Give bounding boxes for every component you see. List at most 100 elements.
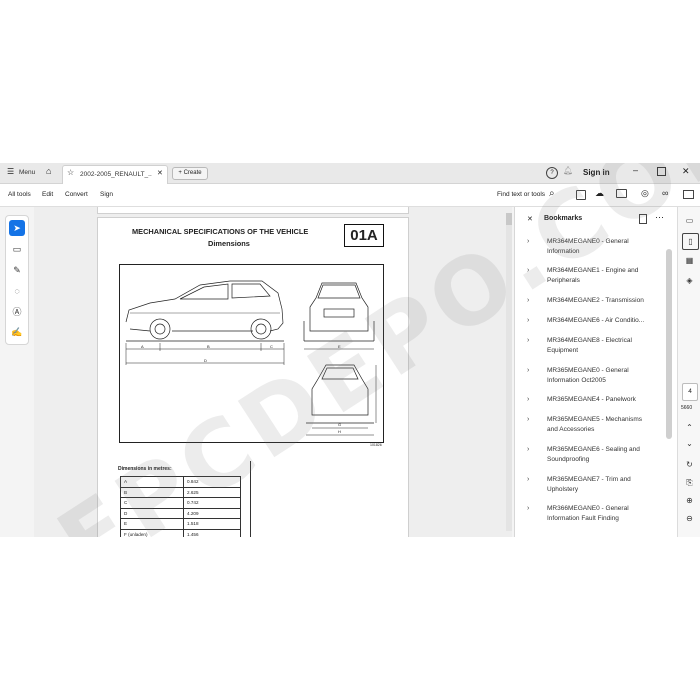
page-down-icon[interactable]: ⌄: [682, 436, 697, 451]
edit-menu[interactable]: Edit: [42, 191, 53, 198]
email-icon[interactable]: [683, 190, 694, 199]
zoom-out-icon[interactable]: ⊖: [682, 511, 697, 526]
draw-freehand-icon[interactable]: ◌: [9, 283, 25, 299]
bookmark-label-line2: Information Oct2005: [547, 377, 606, 384]
extract-pages-icon[interactable]: ⎘: [682, 475, 697, 490]
table-row: C 0.742: [120, 497, 241, 509]
chevron-right-icon[interactable]: ›: [527, 367, 529, 374]
row-value: 1.518: [183, 518, 241, 530]
bookmark-label-line2: Information: [547, 248, 580, 255]
drawing-reference: 101826: [370, 443, 382, 447]
bookmark-label: MR364MEGANE8 - Electrical Equipment: [547, 336, 657, 356]
add-text-icon[interactable]: Ⓐ: [9, 304, 25, 320]
highlight-pen-icon[interactable]: ✎: [9, 262, 25, 278]
side-view: [125, 280, 284, 342]
bookmarks-title: Bookmarks: [544, 215, 583, 222]
dim-label-h: H: [338, 429, 341, 434]
close-window-icon[interactable]: ✕: [682, 166, 690, 177]
bookmark-label-line2: Information Fault Finding: [547, 515, 619, 522]
search-icon[interactable]: ⌕: [549, 188, 555, 199]
scrollbar-thumb[interactable]: [506, 213, 512, 225]
home-icon[interactable]: ⌂: [46, 166, 51, 176]
add-comment-icon[interactable]: ▭: [9, 241, 25, 257]
document-scrollbar[interactable]: [506, 213, 512, 531]
rotate-icon[interactable]: ↻: [682, 457, 697, 472]
pdf-page: MECHANICAL SPECIFICATIONS OF THE VEHICLE…: [97, 217, 409, 537]
close-tab-icon[interactable]: ✕: [157, 169, 163, 177]
bookmark-label: MR365MEGANE4 - Panelwork: [547, 395, 657, 405]
chevron-right-icon[interactable]: ›: [527, 238, 529, 245]
row-value: 1.456: [183, 528, 241, 537]
restore-icon[interactable]: [657, 167, 666, 176]
add-bookmark-icon[interactable]: [639, 214, 647, 224]
bookmark-label-line2: and Accessories: [547, 426, 595, 433]
chevron-right-icon[interactable]: ›: [527, 505, 529, 512]
bookmark-label-line2: Upholstery: [547, 486, 579, 493]
bookmark-label: MR364MEGANE6 - Air Conditio...: [547, 316, 657, 326]
more-options-icon[interactable]: ⋯: [655, 212, 664, 223]
sign-in-button[interactable]: Sign in: [583, 168, 610, 177]
select-cursor-icon[interactable]: ➤: [9, 220, 25, 236]
bookmark-label: MR365MEGANE0 - General Information Oct200…: [547, 366, 657, 386]
bookmark-label: MR365MEGANE7 - Trim and Upholstery: [547, 475, 657, 495]
current-page-box[interactable]: 4: [682, 383, 698, 401]
all-tools-menu[interactable]: All tools: [8, 191, 31, 198]
bookmarks-toggle-icon[interactable]: ▯: [682, 233, 699, 250]
dim-label-b: B: [207, 344, 210, 349]
bookmark-label-line1: MR364MEGANE8 - Electrical: [547, 337, 632, 344]
save-icon[interactable]: [576, 190, 586, 200]
bookmark-label-line1: MR365MEGANE0 - General: [547, 367, 629, 374]
total-pages: 5660: [681, 405, 693, 411]
rear-view: [306, 364, 374, 424]
bookmark-label-line2: Soundproofing: [547, 456, 590, 463]
thumbnails-icon[interactable]: ▦: [682, 253, 697, 268]
bookmark-label-line2: Peripherals: [547, 277, 580, 284]
section-code-box: 01A: [344, 224, 384, 247]
chevron-right-icon[interactable]: ›: [527, 396, 529, 403]
document-tab[interactable]: ☆ 2002-2005_RENAULT_... ✕: [62, 165, 168, 184]
page-heading: MECHANICAL SPECIFICATIONS OF THE VEHICLE: [132, 227, 309, 236]
page-up-icon[interactable]: ⌃: [682, 420, 697, 435]
table-frame-line: [250, 461, 251, 537]
layers-icon[interactable]: ◈: [682, 273, 697, 288]
bookmarks-scrollbar[interactable]: [666, 249, 672, 439]
sign-menu[interactable]: Sign: [100, 191, 113, 198]
chevron-right-icon[interactable]: ›: [527, 446, 529, 453]
fill-sign-icon[interactable]: ✍: [9, 324, 25, 340]
row-value: 4.209: [183, 507, 241, 519]
bookmark-label: MR364MEGANE2 - Transmission: [547, 296, 657, 306]
bookmark-label: MR366MEGANE0 - General Information Fault …: [547, 504, 657, 524]
bookmark-label-line1: MR365MEGANE5 - Mechanisms: [547, 416, 642, 423]
chevron-right-icon[interactable]: ›: [527, 337, 529, 344]
document-viewport[interactable]: MECHANICAL SPECIFICATIONS OF THE VEHICLE…: [34, 207, 512, 537]
ai-assistant-icon[interactable]: ◎: [641, 188, 649, 199]
help-icon[interactable]: ?: [546, 167, 558, 179]
chevron-right-icon[interactable]: ›: [527, 297, 529, 304]
bookmark-label-line1: MR366MEGANE0 - General: [547, 505, 629, 512]
chevron-right-icon[interactable]: ›: [527, 476, 529, 483]
zoom-in-icon[interactable]: ⊕: [682, 493, 697, 508]
row-label: C: [120, 497, 184, 509]
bookmark-label-line2: Equipment: [547, 347, 579, 354]
notifications-icon[interactable]: 🔔︎: [563, 166, 573, 175]
chevron-right-icon[interactable]: ›: [527, 267, 529, 274]
chevron-right-icon[interactable]: ›: [527, 317, 529, 324]
row-label: B: [120, 486, 184, 498]
bookmark-label-line1: MR365MEGANE7 - Trim and: [547, 476, 631, 483]
dim-label-a: A: [141, 344, 144, 349]
upload-cloud-icon[interactable]: ☁: [595, 188, 604, 199]
comment-icon[interactable]: ▭: [682, 213, 697, 228]
title-bar: ☰ Menu ⌂ ☆ 2002-2005_RENAULT_... ✕ + Cre…: [0, 163, 700, 184]
close-panel-icon[interactable]: ✕: [527, 215, 533, 223]
star-icon[interactable]: ☆: [67, 168, 74, 177]
menu-toolbar: All tools Edit Convert Sign Find text or…: [0, 184, 700, 207]
convert-menu[interactable]: Convert: [65, 191, 88, 198]
find-text-button[interactable]: Find text or tools: [497, 191, 545, 198]
minimize-icon[interactable]: –: [633, 165, 638, 175]
chevron-right-icon[interactable]: ›: [527, 416, 529, 423]
link-icon[interactable]: ∞: [662, 188, 668, 198]
print-icon[interactable]: [616, 189, 627, 198]
create-button[interactable]: + Create: [172, 167, 208, 180]
menu-icon[interactable]: ☰: [7, 167, 14, 176]
menu-button[interactable]: Menu: [19, 169, 35, 176]
